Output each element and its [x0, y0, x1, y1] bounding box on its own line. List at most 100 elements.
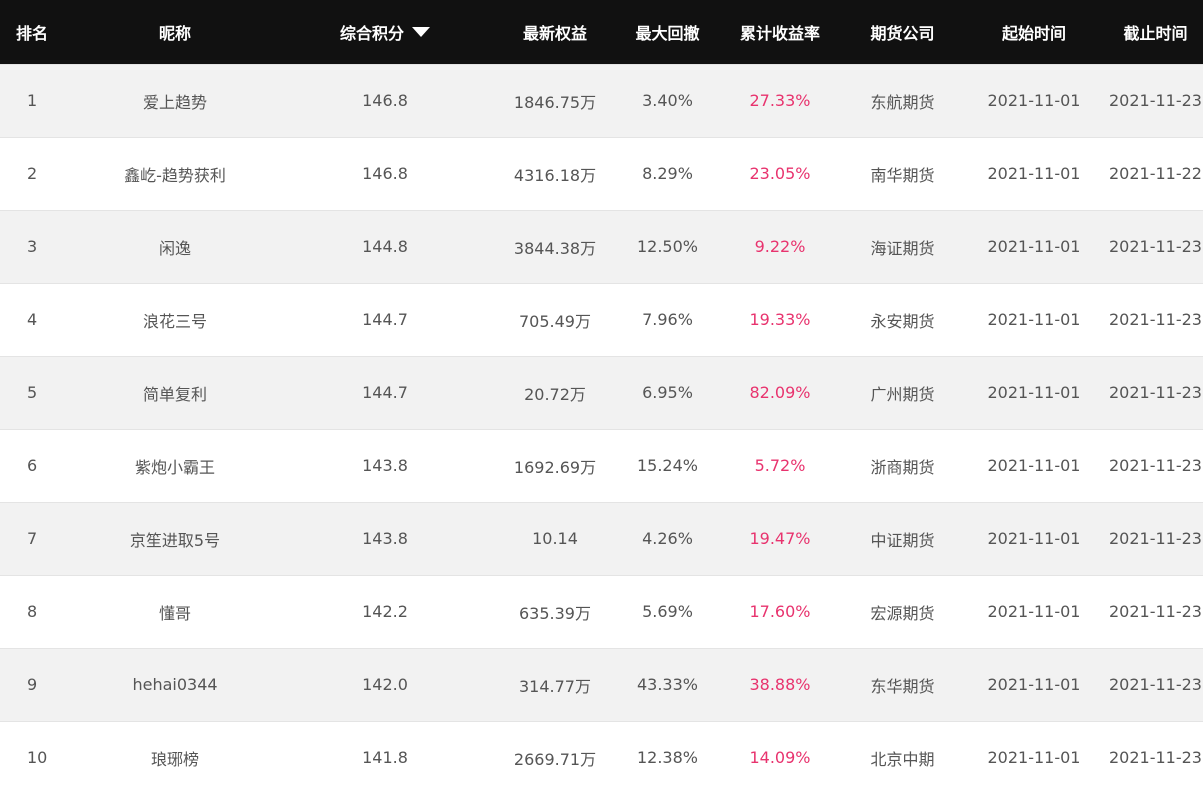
- cell-start-date: 2021-11-01: [987, 91, 1081, 110]
- cell-start-date: 2021-11-01: [987, 675, 1081, 694]
- cell-end-date: 2021-11-22: [1109, 164, 1202, 183]
- cell-score: 141.8: [362, 748, 408, 768]
- cell-end-date: 2021-11-23: [1109, 602, 1202, 621]
- cell-equity: 314.77万: [519, 676, 591, 696]
- cell-nickname-link[interactable]: 京笙进取5号: [70, 502, 280, 575]
- cell-score: 146.8: [362, 164, 408, 183]
- cell-company: 东华期货: [870, 676, 935, 696]
- cell-company: 海证期货: [870, 238, 935, 258]
- cell-company: 北京中期: [870, 749, 935, 769]
- cell-score: 144.7: [362, 310, 408, 329]
- header-score-sortable[interactable]: 综合积分: [280, 0, 490, 64]
- cell-end-date: 2021-11-23: [1109, 529, 1202, 548]
- cell-return-rate: 23.05%: [749, 164, 811, 183]
- ranking-table: 排名 昵称 综合积分 最新权益 最大回撤 累计收益率 期货公司 起始时间 截止时…: [0, 0, 1203, 793]
- cell-score: 143.8: [362, 456, 408, 475]
- table-row[interactable]: 5 简单复利 144.7 20.72万 6.95% 82.09% 广州期货 2021-11-0…: [0, 356, 1203, 429]
- cell-start-date: 2021-11-01: [987, 164, 1081, 183]
- cell-return-rate: 9.22%: [754, 237, 806, 256]
- cell-rank: 3: [27, 237, 38, 256]
- header-end-date: 截止时间: [1123, 23, 1188, 43]
- table-row[interactable]: 1 爱上趋势 146.8 1846.75万 3.40% 27.33% 东航期货 2021-11…: [0, 64, 1203, 137]
- cell-rank: 4: [27, 310, 38, 329]
- cell-rank: 1: [27, 91, 38, 110]
- cell-drawdown: 5.69%: [642, 602, 693, 621]
- cell-company: 东航期货: [870, 92, 935, 112]
- header-start-date: 起始时间: [1001, 23, 1066, 43]
- cell-nickname-link[interactable]: 简单复利: [70, 356, 280, 429]
- triangle-down-icon[interactable]: [412, 26, 430, 37]
- cell-return-rate: 38.88%: [749, 675, 811, 694]
- cell-equity: 1846.75万: [513, 92, 597, 112]
- table-row[interactable]: 3 闲逸 144.8 3844.38万 12.50% 9.22% 海证期货 2021-11-0…: [0, 210, 1203, 283]
- cell-end-date: 2021-11-23: [1109, 456, 1202, 475]
- cell-drawdown: 43.33%: [636, 675, 698, 694]
- cell-company: 广州期货: [870, 384, 935, 404]
- table-row[interactable]: 10 琅琊榜 141.8 2669.71万 12.38% 14.09% 北京中期 2021-1…: [0, 721, 1203, 793]
- cell-start-date: 2021-11-01: [987, 456, 1081, 475]
- cell-equity: 2669.71万: [513, 749, 597, 769]
- cell-nickname-link[interactable]: 浪花三号: [70, 283, 280, 356]
- table-row[interactable]: 4 浪花三号 144.7 705.49万 7.96% 19.33% 永安期货 2021-11-…: [0, 283, 1203, 356]
- cell-end-date: 2021-11-23: [1109, 675, 1202, 694]
- cell-company: 宏源期货: [870, 603, 935, 623]
- cell-start-date: 2021-11-01: [987, 529, 1081, 548]
- cell-drawdown: 3.40%: [642, 91, 693, 110]
- cell-end-date: 2021-11-23: [1109, 91, 1202, 110]
- cell-end-date: 2021-11-23: [1109, 237, 1202, 256]
- header-nickname: 昵称: [158, 23, 191, 43]
- table-header-row: 排名 昵称 综合积分 最新权益 最大回撤 累计收益率 期货公司 起始时间 截止时…: [0, 0, 1203, 64]
- cell-end-date: 2021-11-23: [1109, 748, 1202, 768]
- cell-return-rate: 5.72%: [754, 456, 806, 475]
- cell-nickname-link[interactable]: 闲逸: [70, 210, 280, 283]
- header-score-label: 综合积分: [339, 23, 404, 43]
- cell-nickname-link[interactable]: 琅琊榜: [70, 721, 280, 793]
- cell-rank: 9: [27, 675, 38, 694]
- cell-rank: 5: [27, 383, 38, 402]
- cell-score: 144.7: [362, 383, 408, 402]
- cell-return-rate: 14.09%: [749, 748, 811, 768]
- table-row[interactable]: 6 紫炮小霸王 143.8 1692.69万 15.24% 5.72% 浙商期货 2021-1…: [0, 429, 1203, 502]
- cell-return-rate: 27.33%: [749, 91, 811, 110]
- cell-start-date: 2021-11-01: [987, 237, 1081, 256]
- cell-nickname-link[interactable]: 懂哥: [70, 575, 280, 648]
- cell-drawdown: 8.29%: [642, 164, 693, 183]
- table-body: 1 爱上趋势 146.8 1846.75万 3.40% 27.33% 东航期货 2021-11…: [0, 64, 1203, 793]
- header-drawdown: 最大回撤: [635, 23, 700, 43]
- cell-start-date: 2021-11-01: [987, 748, 1081, 768]
- cell-end-date: 2021-11-23: [1109, 383, 1202, 402]
- cell-return-rate: 82.09%: [749, 383, 811, 402]
- table-row[interactable]: 8 懂哥 142.2 635.39万 5.69% 17.60% 宏源期货 2021-11-01…: [0, 575, 1203, 648]
- ranking-table-container: 排名 昵称 综合积分 最新权益 最大回撤 累计收益率 期货公司 起始时间 截止时…: [0, 0, 1203, 793]
- cell-drawdown: 12.50%: [636, 237, 698, 256]
- cell-score: 142.2: [362, 602, 408, 621]
- cell-rank: 8: [27, 602, 38, 621]
- cell-nickname-link[interactable]: 鑫屹-趋势获利: [70, 137, 280, 210]
- cell-nickname-link[interactable]: 爱上趋势: [70, 64, 280, 137]
- cell-equity: 1692.69万: [513, 457, 597, 477]
- cell-equity: 20.72万: [524, 384, 586, 404]
- table-row[interactable]: 7 京笙进取5号 143.8 10.14 4.26% 19.47% 中证期货 2021-11-…: [0, 502, 1203, 575]
- table-row[interactable]: 2 鑫屹-趋势获利 146.8 4316.18万 8.29% 23.05% 南华期货 2021…: [0, 137, 1203, 210]
- cell-drawdown: 4.26%: [642, 529, 693, 548]
- table-row[interactable]: 9 hehai0344 142.0 314.77万 43.33% 38.88% 东华期货 20…: [0, 648, 1203, 721]
- cell-drawdown: 12.38%: [636, 748, 698, 768]
- cell-equity: 4316.18万: [513, 165, 597, 185]
- cell-return-rate: 17.60%: [749, 602, 811, 621]
- cell-nickname-link[interactable]: 紫炮小霸王: [70, 429, 280, 502]
- header-company: 期货公司: [870, 23, 935, 43]
- cell-equity: 705.49万: [519, 311, 591, 331]
- cell-score: 143.8: [362, 529, 408, 548]
- cell-company: 永安期货: [870, 311, 935, 331]
- cell-rank: 6: [27, 456, 38, 475]
- cell-rank: 2: [27, 164, 38, 183]
- cell-score: 144.8: [362, 237, 408, 256]
- cell-return-rate: 19.47%: [749, 529, 811, 548]
- cell-return-rate: 19.33%: [749, 310, 811, 329]
- cell-score: 142.0: [362, 675, 408, 694]
- header-return-rate: 累计收益率: [739, 23, 820, 43]
- cell-drawdown: 6.95%: [642, 383, 693, 402]
- cell-nickname-link[interactable]: hehai0344: [70, 648, 280, 721]
- cell-equity: 635.39万: [519, 603, 591, 623]
- cell-start-date: 2021-11-01: [987, 602, 1081, 621]
